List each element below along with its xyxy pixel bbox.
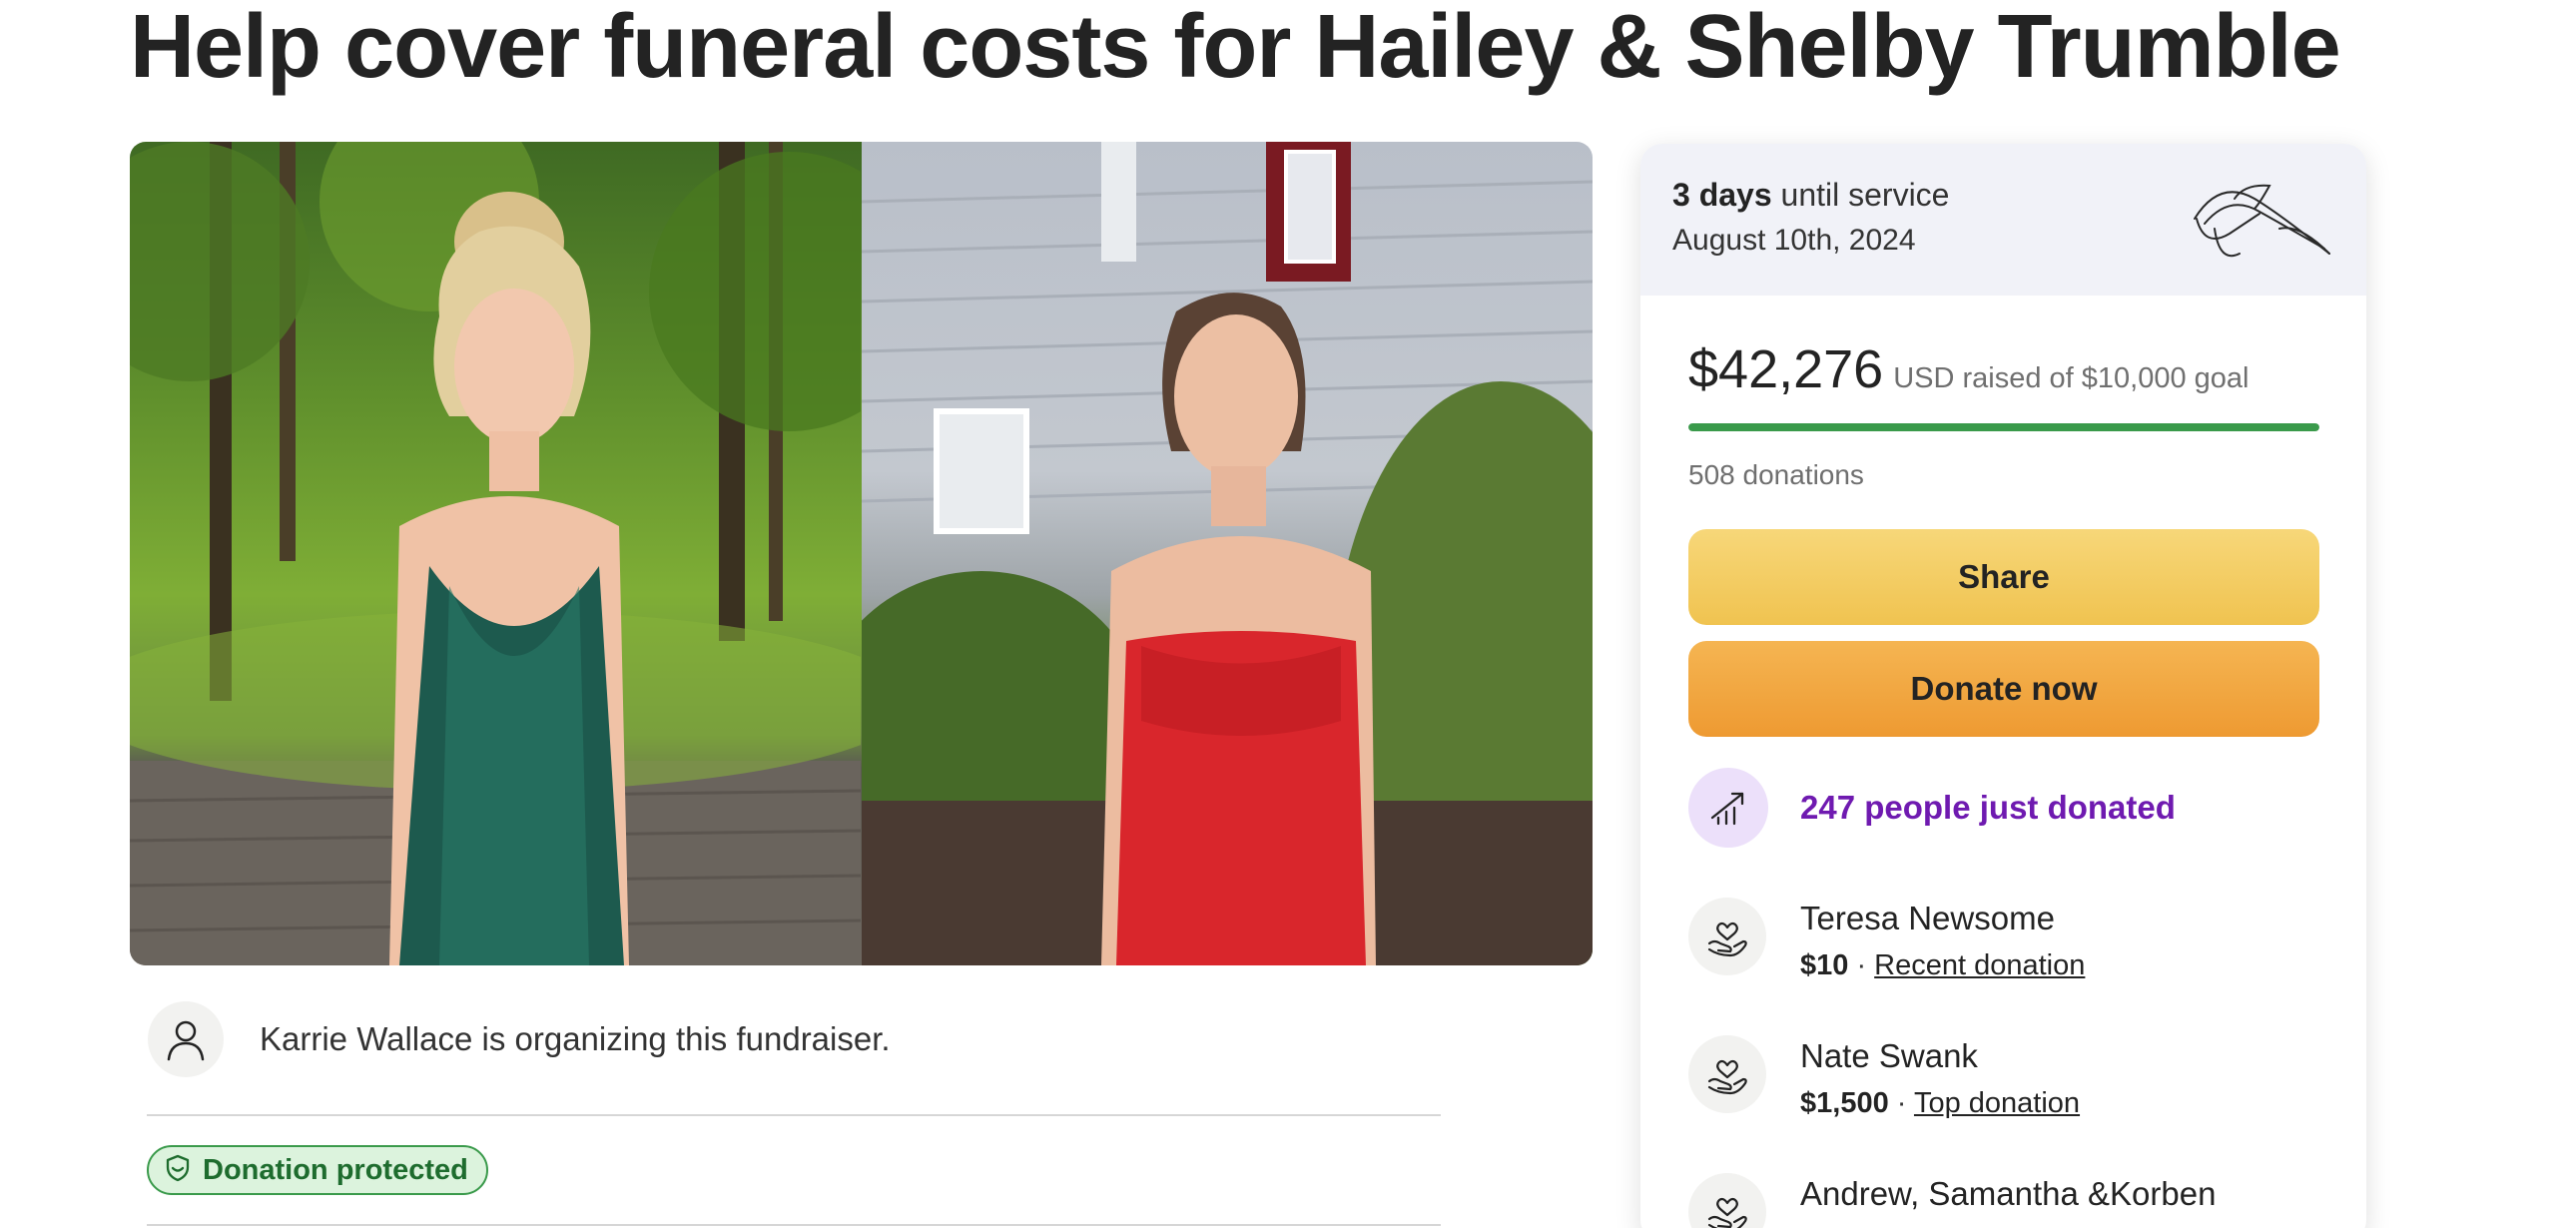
organizer-text: Karrie Wallace is organizing this fundra… [260, 1020, 891, 1057]
progress-fill [1688, 423, 2319, 431]
heart-hand-icon [1688, 1173, 1766, 1228]
divider-bottom [147, 1224, 1441, 1226]
days-count: 3 days [1672, 177, 1772, 213]
donor-item: Nate Swank $1,500 · Top donation [1688, 1035, 2080, 1120]
amount-raised: $42,276 USD raised of $10,000 goal [1688, 338, 2250, 400]
separator: · [1848, 949, 1875, 981]
donor-item: Andrew, Samantha &Korben [1688, 1173, 2216, 1228]
lily-flower-icon [2194, 184, 2330, 258]
donor-name: Nate Swank [1800, 1037, 1978, 1074]
donor-amount: $1,500 [1800, 1087, 1889, 1119]
top-donation-link[interactable]: Top donation [1914, 1087, 2080, 1119]
share-button[interactable]: Share [1688, 529, 2319, 625]
recent-donors-trend: 247 people just donated [1688, 768, 2176, 848]
donor-name: Teresa Newsome [1800, 900, 2055, 936]
separator: · [1888, 1087, 1914, 1119]
donation-protected-badge[interactable]: Donation protected [147, 1145, 488, 1195]
days-until-service: 3 days until service [1672, 177, 1949, 214]
heart-hand-icon [1688, 898, 1766, 975]
service-header: 3 days until service August 10th, 2024 [1640, 144, 2366, 296]
fundraiser-photo[interactable] [130, 142, 1593, 965]
donor-item: Teresa Newsome $10 · Recent donation [1688, 898, 2085, 982]
donor-amount: $10 [1800, 949, 1849, 981]
divider [147, 1114, 1441, 1116]
recent-donation-link[interactable]: Recent donation [1874, 949, 2085, 981]
donation-card: 3 days until service August 10th, 2024 $… [1640, 144, 2366, 1228]
donate-now-button[interactable]: Donate now [1688, 641, 2319, 737]
photo-left-half [130, 142, 862, 965]
badge-label: Donation protected [203, 1153, 468, 1186]
heart-hand-icon [1688, 1035, 1766, 1113]
days-label: until service [1771, 177, 1950, 213]
raised-goal-text: USD raised of $10,000 goal [1893, 362, 2250, 394]
raised-amount: $42,276 [1688, 339, 1884, 399]
trend-text: 247 people just donated [1800, 789, 2176, 826]
photo-right-half [861, 142, 1593, 965]
service-date: August 10th, 2024 [1672, 224, 1916, 257]
donations-count: 508 donations [1688, 459, 1864, 490]
trending-up-icon [1688, 768, 1768, 848]
page-title: Help cover funeral costs for Hailey & Sh… [130, 0, 2341, 97]
user-icon [148, 1001, 224, 1077]
organizer-row: Karrie Wallace is organizing this fundra… [148, 1001, 891, 1077]
shield-icon [163, 1153, 193, 1188]
progress-bar [1688, 423, 2319, 431]
donor-name: Andrew, Samantha &Korben [1800, 1175, 2217, 1212]
